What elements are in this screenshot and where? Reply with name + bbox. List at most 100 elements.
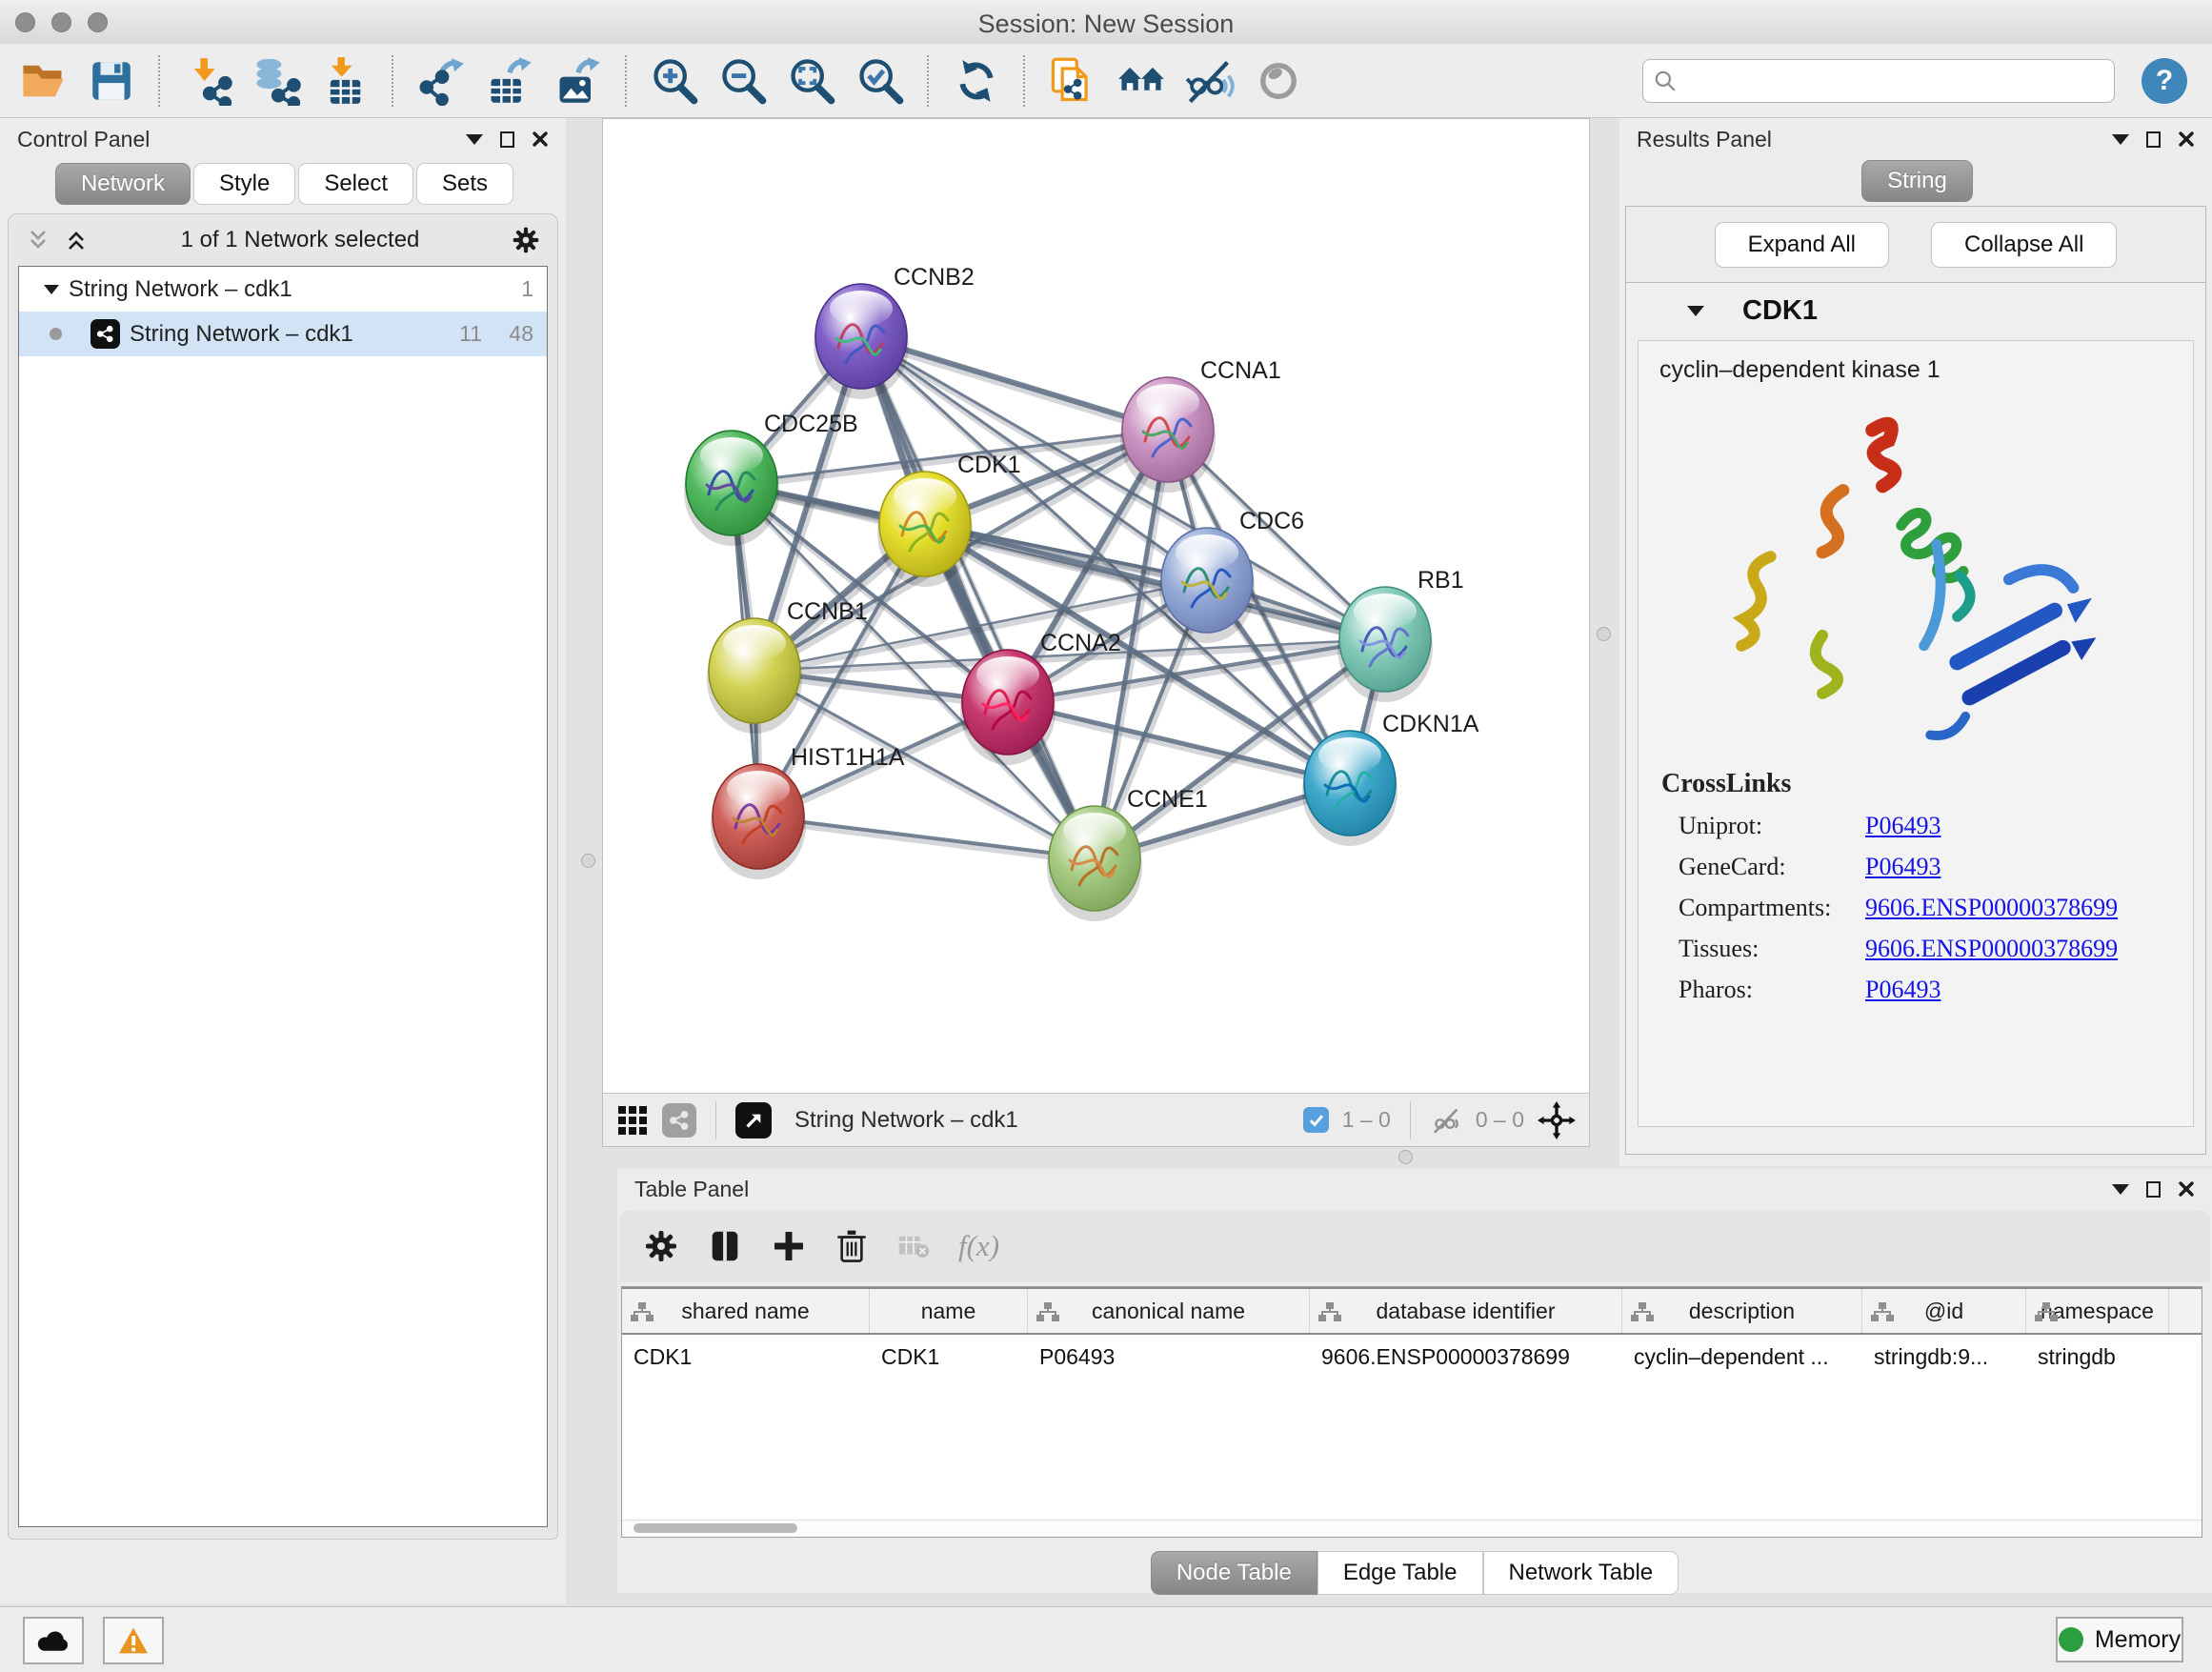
column-header--id[interactable]: @id (1862, 1289, 2026, 1333)
table-options-gear-icon[interactable] (644, 1229, 678, 1263)
network-options-gear-icon[interactable] (512, 226, 540, 254)
panel-float-icon[interactable] (2112, 134, 2129, 145)
network-overview-icon[interactable] (662, 1103, 696, 1138)
string-home-button[interactable] (1112, 51, 1171, 111)
zoom-fit-button[interactable] (782, 51, 841, 111)
table-tab-edge-table[interactable]: Edge Table (1317, 1551, 1483, 1595)
show-columns-icon[interactable] (707, 1228, 743, 1264)
panel-maximize-icon[interactable] (2146, 131, 2161, 148)
network-node-CDC6[interactable]: CDC6 (1159, 508, 1304, 643)
network-node-RB1[interactable]: RB1 (1337, 567, 1464, 702)
export-network-button[interactable] (412, 51, 471, 111)
panel-maximize-icon[interactable] (2146, 1181, 2161, 1198)
network-edge[interactable] (758, 816, 1095, 858)
horizontal-splitter-handle[interactable] (1398, 1150, 1413, 1164)
import-network-from-file-button[interactable] (178, 51, 237, 111)
crosslink-value[interactable]: 9606.ENSP00000378699 (1865, 894, 2118, 922)
gene-section-header[interactable]: CDK1 (1626, 283, 2205, 338)
detach-view-icon[interactable] (735, 1102, 772, 1138)
pan-crosshair-icon[interactable] (1538, 1101, 1576, 1139)
cloud-button[interactable] (23, 1617, 84, 1664)
column-header-description[interactable]: description (1622, 1289, 1862, 1333)
memory-button[interactable]: Memory (2056, 1617, 2183, 1662)
crosslink-value[interactable]: 9606.ENSP00000378699 (1865, 935, 2118, 963)
collapse-all-icon[interactable] (26, 229, 50, 252)
zoom-in-button[interactable] (645, 51, 704, 111)
tab-network[interactable]: Network (55, 163, 191, 205)
column-header-name[interactable]: name (870, 1289, 1028, 1333)
expand-all-button[interactable]: Expand All (1715, 222, 1889, 268)
left-splitter-handle[interactable] (581, 854, 595, 868)
delete-column-trash-icon[interactable] (835, 1228, 869, 1264)
network-node-HIST1H1A[interactable]: HIST1H1A (711, 744, 905, 879)
hide-labels-button[interactable] (1180, 51, 1239, 111)
panel-close-icon[interactable] (2178, 1180, 2195, 1198)
table-row[interactable]: CDK1CDK1P064939606.ENSP00000378699cyclin… (622, 1335, 2202, 1379)
network-row[interactable]: String Network – cdk1 11 48 (19, 312, 547, 356)
warnings-button[interactable] (103, 1617, 164, 1664)
copy-document-icon (1048, 56, 1097, 106)
tab-style[interactable]: Style (193, 163, 295, 205)
panel-float-icon[interactable] (2112, 1184, 2129, 1195)
crosslink-value[interactable]: P06493 (1865, 853, 1941, 881)
create-column-plus-icon[interactable] (772, 1229, 806, 1263)
results-panel-title: Results Panel (1637, 127, 2099, 152)
section-collapse-icon[interactable] (1687, 306, 1704, 316)
zoom-out-button[interactable] (714, 51, 773, 111)
import-network-from-database-button[interactable] (247, 51, 306, 111)
node-table[interactable]: shared name namecanonical namedatabase id… (621, 1286, 2202, 1538)
table-cell: CDK1 (870, 1344, 1028, 1370)
help-button[interactable]: ? (2142, 58, 2187, 104)
table-horizontal-scrollbar[interactable] (622, 1520, 2202, 1537)
zoom-selected-button[interactable] (851, 51, 910, 111)
birds-eye-view-icon[interactable] (616, 1104, 649, 1137)
network-canvas[interactable]: CCNB2CCNA1CDC25BCDK1CDC6RB1CCNB1CCNA2CDK… (603, 119, 1589, 1093)
column-header-label: shared name (681, 1299, 809, 1324)
column-header-label: description (1689, 1299, 1795, 1324)
eye-icon (1254, 56, 1303, 106)
column-header-namespace[interactable]: namespace (2026, 1289, 2169, 1333)
right-splitter-handle[interactable] (1597, 627, 1611, 641)
selected-nodes-checkbox[interactable] (1303, 1107, 1329, 1133)
control-panel-tabs: NetworkStyleSelectSets (0, 160, 566, 208)
column-header-shared-name[interactable]: shared name (622, 1289, 870, 1333)
crosslink-value[interactable]: P06493 (1865, 976, 1941, 1004)
tab-select[interactable]: Select (298, 163, 413, 205)
crosslink-row: Pharos:P06493 (1679, 976, 2172, 1004)
open-session-button[interactable] (13, 51, 72, 111)
collection-expand-icon[interactable] (44, 285, 59, 294)
export-image-button[interactable] (549, 51, 608, 111)
main-toolbar: ? (0, 44, 2212, 118)
copy-style-button[interactable] (1043, 51, 1102, 111)
expand-all-icon[interactable] (64, 229, 89, 252)
results-tab-string[interactable]: String (1861, 160, 1973, 202)
column-header-canonical-name[interactable]: canonical name (1028, 1289, 1310, 1333)
network-node-CCNA1[interactable]: CCNA1 (1120, 357, 1281, 493)
save-session-button[interactable] (82, 51, 141, 111)
collapse-all-button[interactable]: Collapse All (1931, 222, 2117, 268)
panel-maximize-icon[interactable] (500, 131, 514, 148)
table-tab-network-table[interactable]: Network Table (1483, 1551, 1679, 1595)
network-node-CCNB2[interactable]: CCNB2 (814, 264, 975, 399)
node-label: RB1 (1418, 567, 1464, 594)
table-cell: 9606.ENSP00000378699 (1310, 1344, 1622, 1370)
export-network-icon (416, 56, 466, 106)
table-tab-node-table[interactable]: Node Table (1151, 1551, 1317, 1595)
panel-float-icon[interactable] (466, 134, 483, 145)
panel-close-icon[interactable] (2178, 131, 2195, 148)
network-node-CDKN1A[interactable]: CDKN1A (1302, 711, 1479, 846)
search-input[interactable] (1685, 61, 2104, 101)
scrollbar-thumb[interactable] (633, 1523, 797, 1533)
results-scroll-area: CDK1 cyclin–dependent kinase 1 (1625, 282, 2206, 1155)
table-panel: Table Panel (617, 1168, 2212, 1593)
crosslink-value[interactable]: P06493 (1865, 812, 1941, 840)
panel-close-icon[interactable] (532, 131, 549, 148)
tab-sets[interactable]: Sets (416, 163, 513, 205)
function-builder-icon: f(x) (958, 1229, 999, 1263)
column-header-database-identifier[interactable]: database identifier (1310, 1289, 1622, 1333)
glass-effect-button[interactable] (1249, 51, 1308, 111)
apply-layout-button[interactable] (947, 51, 1006, 111)
network-collection-row[interactable]: String Network – cdk1 1 (19, 267, 547, 312)
import-table-from-file-button[interactable] (315, 51, 374, 111)
export-table-button[interactable] (480, 51, 539, 111)
